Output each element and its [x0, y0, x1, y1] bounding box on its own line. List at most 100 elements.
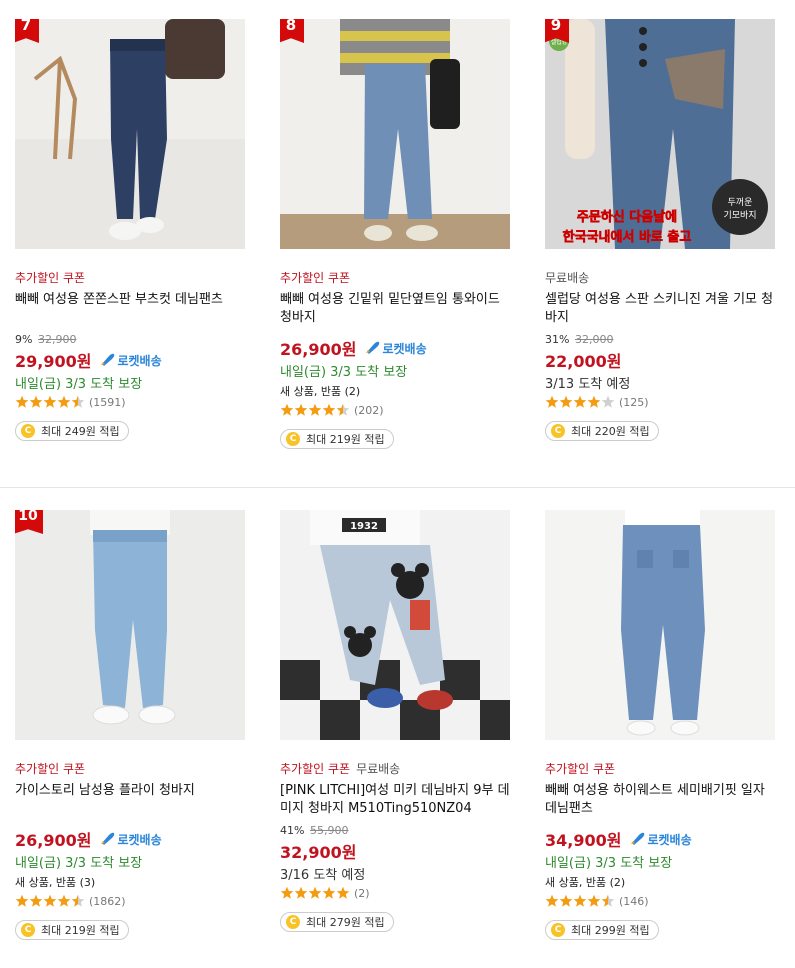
coupon-badge: 추가할인 쿠폰: [15, 271, 86, 285]
product-title[interactable]: 빼빼 여성용 쫀쫀스판 부츠컷 데님팬츠: [15, 291, 247, 327]
star-icon: [294, 886, 308, 899]
star-icon: [322, 886, 336, 899]
original-price: 32,900: [37, 333, 77, 346]
star-icon: [15, 894, 29, 907]
product-card[interactable]: 8 추가할인 쿠폰빼빼 여성용 긴밑위 밑단옆트임 통와이드 청바지 26,900원…: [280, 19, 512, 449]
original-price: 32,000: [574, 333, 614, 346]
product-title[interactable]: 가이스토리 남성용 플라이 청바지: [15, 782, 247, 818]
coupon-badge: 추가할인 쿠폰: [280, 762, 351, 776]
promo-badges: 추가할인 쿠폰: [545, 760, 777, 776]
rocket-icon: [101, 353, 115, 366]
points-label: 최대 219원 적립: [41, 924, 120, 937]
sale-price: 29,900원: [15, 352, 92, 371]
product-title[interactable]: 셀럽당 여성용 스판 스키니진 겨울 기모 청바지: [545, 291, 777, 327]
star-icon: [43, 395, 57, 408]
review-count[interactable]: (146): [619, 895, 649, 908]
returns-label: 새 상품, 반품: [15, 876, 77, 889]
product-image[interactable]: 두꺼운 기모바지 주문하신 다음날에 한국국내에서 바로 출고 셀럽당 9: [545, 19, 775, 249]
sale-price: 26,900원: [280, 340, 357, 359]
rating: (146): [545, 893, 777, 909]
star-icon: [71, 894, 85, 907]
discount-info: 41% 55,900: [280, 824, 512, 838]
product-title[interactable]: 빼빼 여성용 하이웨스트 세미배기핏 일자 데님팬츠: [545, 782, 777, 818]
rocket-icon: [366, 341, 380, 354]
star-icon: [336, 886, 350, 899]
points-badge: C 최대 219원 적립: [15, 920, 129, 940]
returns-label: 새 상품, 반품: [280, 385, 342, 398]
review-count[interactable]: (1591): [89, 396, 126, 409]
rating: (1591): [15, 394, 247, 410]
rocket-label: 로켓배송: [117, 832, 162, 847]
star-icon: [29, 395, 43, 408]
product-image[interactable]: [545, 510, 775, 740]
coupon-badge: 추가할인 쿠폰: [15, 762, 86, 776]
review-count[interactable]: (1862): [89, 895, 126, 908]
product-card[interactable]: 1932 추가할인 쿠폰 무료배송 [PINK LITCHI]여성 미키 데님바지 …: [280, 510, 512, 932]
coin-icon: C: [21, 923, 35, 937]
product-image[interactable]: 7: [15, 19, 245, 249]
discount-rate: 41%: [280, 824, 305, 837]
product-title[interactable]: [PINK LITCHI]여성 미키 데님바지 9부 데미지 청바지 M510T…: [280, 782, 512, 818]
sale-price: 26,900원: [15, 831, 92, 850]
coupon-badge: 추가할인 쿠폰: [545, 762, 616, 776]
rocket-label: 로켓배송: [117, 353, 162, 368]
points-label: 최대 279원 적립: [306, 916, 385, 929]
returns-info: 새 상품, 반품 (2): [280, 383, 512, 399]
star-icon: [294, 403, 308, 416]
image-caption: 한국국내에서 바로 출고: [563, 229, 692, 245]
rating-stars: [280, 403, 350, 417]
delivery-eta: 내일(금) 3/3 도착 보장: [15, 856, 143, 871]
review-count[interactable]: (125): [619, 396, 649, 409]
delivery-eta: 내일(금) 3/3 도착 보장: [545, 856, 673, 871]
rating-stars: [545, 894, 615, 908]
star-icon: [573, 395, 587, 408]
rating: (1862): [15, 893, 247, 909]
image-caption: 주문하신 다음날에: [577, 209, 677, 225]
star-icon: [15, 395, 29, 408]
coin-icon: C: [286, 915, 300, 929]
delivery-eta: 3/16 도착 예정: [280, 868, 366, 883]
discount-rate: 31%: [545, 333, 570, 346]
star-icon: [57, 894, 71, 907]
points-label: 최대 249원 적립: [41, 425, 120, 438]
points-label: 최대 219원 적립: [306, 433, 385, 446]
points-badge: C 최대 249원 적립: [15, 421, 129, 441]
rocket-icon: [101, 832, 115, 845]
rating-stars: [545, 395, 615, 409]
rocket-icon: [631, 832, 645, 845]
discount-rate: 9%: [15, 333, 33, 346]
product-card[interactable]: 10 추가할인 쿠폰가이스토리 남성용 플라이 청바지 26,900원 로켓배송내일…: [15, 510, 247, 940]
star-icon: [29, 894, 43, 907]
returns-count: (3): [79, 876, 96, 889]
product-image[interactable]: 8: [280, 19, 510, 249]
product-title[interactable]: 빼빼 여성용 긴밑위 밑단옆트임 통와이드 청바지: [280, 291, 512, 327]
review-count[interactable]: (202): [354, 404, 384, 417]
points-badge: C 최대 220원 적립: [545, 421, 659, 441]
image-caption: 두꺼운: [728, 197, 753, 208]
star-icon: [545, 894, 559, 907]
free-shipping-badge: 무료배송: [545, 271, 590, 285]
star-icon: [336, 403, 350, 416]
star-icon: [322, 403, 336, 416]
product-card[interactable]: 두꺼운 기모바지 주문하신 다음날에 한국국내에서 바로 출고 셀럽당 9 무료배…: [545, 19, 777, 441]
coin-icon: C: [286, 432, 300, 446]
review-count[interactable]: (2): [354, 887, 370, 900]
product-card[interactable]: 추가할인 쿠폰 빼빼 여성용 하이웨스트 세미배기핏 일자 데님팬츠 34,900원…: [545, 510, 777, 940]
rating-stars: [280, 886, 350, 900]
rocket-delivery-badge: 로켓배송: [364, 340, 427, 357]
coupon-badge: 추가할인 쿠폰: [280, 271, 351, 285]
points-label: 최대 299원 적립: [571, 924, 650, 937]
promo-badges: 추가할인 쿠폰: [15, 269, 247, 285]
coin-icon: C: [21, 424, 35, 438]
promo-badges: 추가할인 쿠폰 무료배송: [280, 760, 512, 776]
rating-stars: [15, 395, 85, 409]
returns-count: (2): [344, 385, 361, 398]
product-image[interactable]: 10: [15, 510, 245, 740]
rocket-delivery-badge: 로켓배송: [629, 831, 692, 848]
sale-price: 32,900원: [280, 843, 357, 862]
product-image[interactable]: 1932: [280, 510, 510, 740]
product-card[interactable]: 7 추가할인 쿠폰빼빼 여성용 쫀쫀스판 부츠컷 데님팬츠 9% 32,900 29,…: [15, 19, 247, 441]
rating: (125): [545, 394, 777, 410]
returns-count: (2): [609, 876, 626, 889]
star-icon: [308, 886, 322, 899]
